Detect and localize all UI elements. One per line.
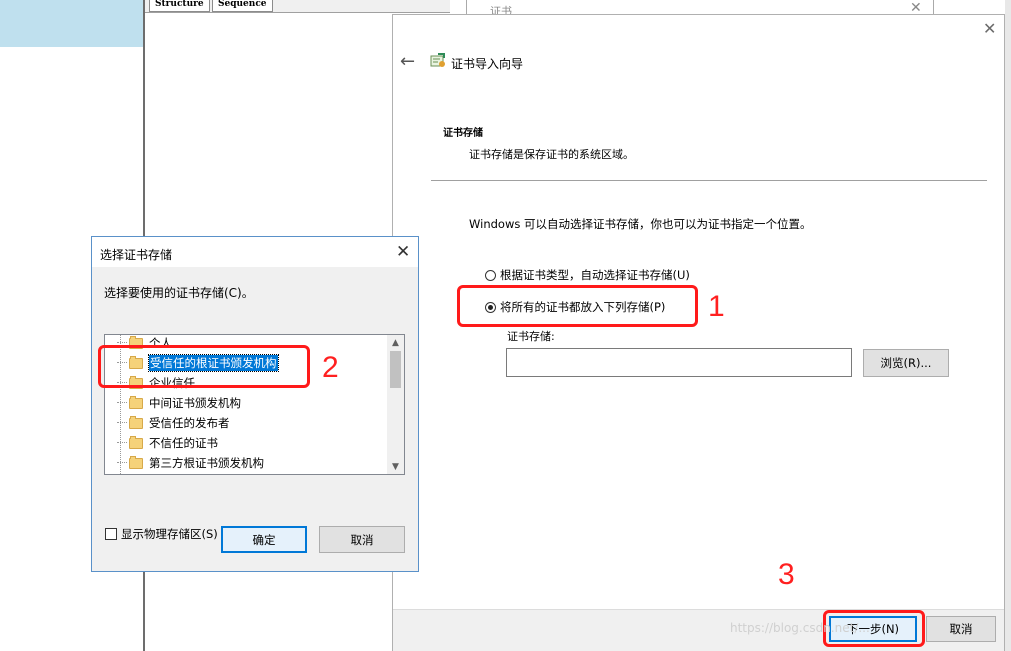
- background-strip: [1005, 0, 1011, 651]
- dialog-close-icon[interactable]: ✕: [396, 242, 410, 262]
- wizard-cancel-button[interactable]: 取消: [926, 616, 996, 642]
- annotation-box-2: [98, 345, 310, 388]
- select-store-dialog: 选择证书存储 ✕ 选择要使用的证书存储(C)。 个人 受信任的根证书颁发机构 企…: [91, 236, 419, 572]
- background-panel: [0, 0, 144, 47]
- radio-auto-select[interactable]: 根据证书类型，自动选择证书存储(U): [485, 267, 690, 283]
- tree-item-untrusted[interactable]: 不信任的证书: [117, 434, 218, 452]
- dialog-title: 选择证书存储: [100, 248, 173, 262]
- ok-button[interactable]: 确定: [221, 526, 307, 553]
- section-description: 证书存储是保存证书的系统区域。: [469, 148, 634, 161]
- chevron-down-icon[interactable]: ▼: [387, 459, 404, 474]
- dialog-cancel-button[interactable]: 取消: [319, 526, 405, 553]
- annotation-number-2: 2: [322, 351, 339, 384]
- chevron-up-icon[interactable]: ▲: [387, 335, 404, 350]
- tree-item-trusted-publishers[interactable]: 受信任的发布者: [117, 414, 230, 432]
- certificate-icon: [430, 53, 445, 67]
- close-icon[interactable]: ✕: [983, 19, 996, 38]
- browse-button[interactable]: 浏览(R)...: [863, 349, 949, 377]
- checkbox-indicator[interactable]: [105, 528, 117, 540]
- tree-item-intermediate[interactable]: 中间证书颁发机构: [117, 394, 241, 412]
- tree-item-third-party-root[interactable]: 第三方根证书颁发机构: [117, 454, 264, 472]
- folder-icon: [129, 395, 143, 409]
- info-text: Windows 可以自动选择证书存储，你也可以为证书指定一个位置。: [469, 217, 812, 231]
- store-label: 证书存储:: [507, 330, 555, 343]
- folder-icon: [129, 455, 143, 469]
- back-arrow-icon[interactable]: ←: [400, 51, 415, 72]
- background-cert-window: [466, 0, 934, 14]
- watermark: https://blog.csdn.net/...: [730, 621, 870, 635]
- tab-structure[interactable]: Structure: [149, 0, 210, 12]
- show-physical-label: 显示物理存储区(S): [121, 527, 218, 541]
- annotation-box-1: [457, 285, 698, 327]
- tab-sequence[interactable]: Sequence: [212, 0, 273, 12]
- radio-auto-indicator[interactable]: [485, 269, 496, 281]
- folder-icon: [129, 435, 143, 449]
- tree-scrollbar[interactable]: ▲ ▼: [387, 335, 404, 474]
- scroll-thumb[interactable]: [390, 351, 401, 388]
- annotation-number-1: 1: [708, 290, 725, 323]
- dialog-prompt: 选择要使用的证书存储(C)。: [104, 286, 254, 300]
- folder-icon: [129, 415, 143, 429]
- store-input[interactable]: [506, 348, 852, 377]
- dialog-body: 选择要使用的证书存储(C)。 个人 受信任的根证书颁发机构 企业信任 中间证书颁…: [92, 267, 418, 571]
- certificate-import-wizard: ✕ ← 证书导入向导 证书存储 证书存储是保存证书的系统区域。 Windows …: [392, 14, 1005, 651]
- annotation-number-3: 3: [778, 558, 795, 591]
- separator: [431, 180, 987, 181]
- show-physical-checkbox[interactable]: 显示物理存储区(S): [105, 526, 218, 542]
- section-title: 证书存储: [443, 128, 483, 139]
- radio-auto-label: 根据证书类型，自动选择证书存储(U): [500, 268, 690, 282]
- background-tab-bar: Structure Sequence: [145, 0, 450, 13]
- wizard-title: 证书导入向导: [451, 57, 524, 71]
